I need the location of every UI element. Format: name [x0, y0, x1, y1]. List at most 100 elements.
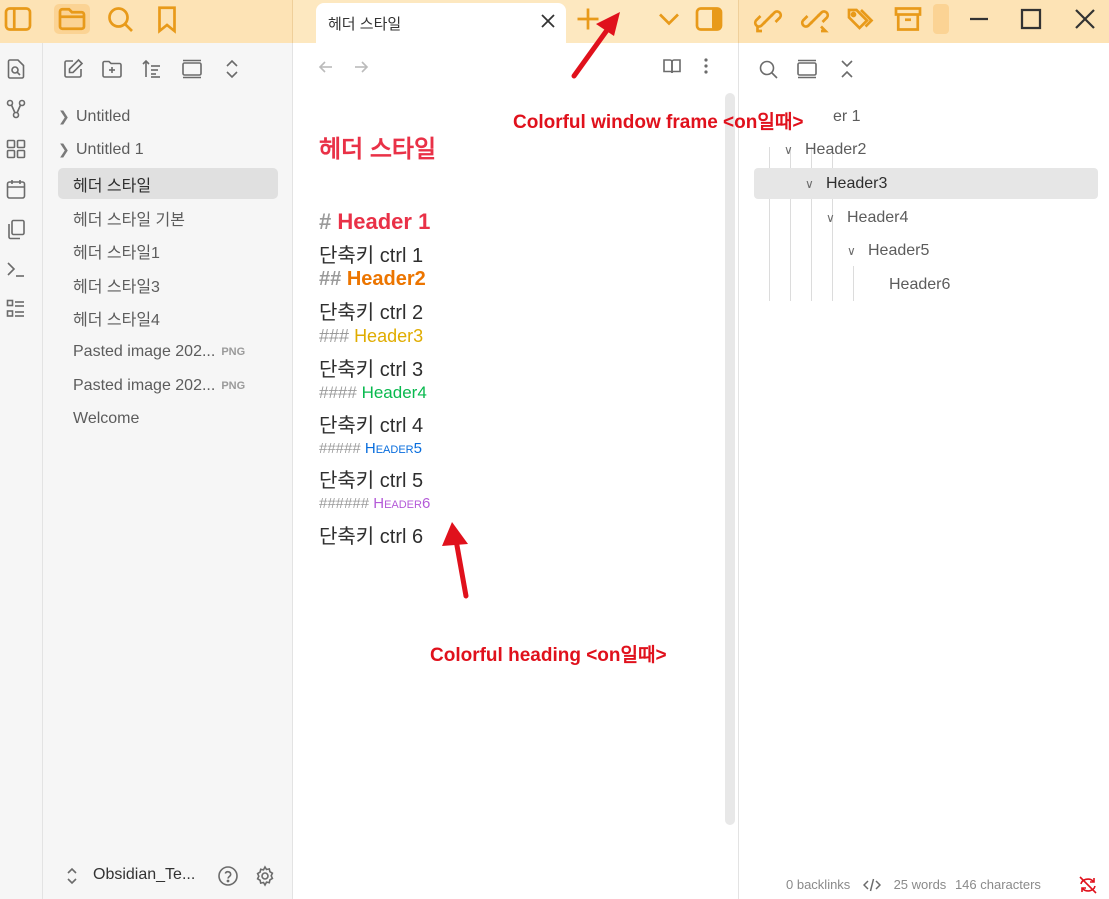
- paragraph-line[interactable]: 단축키 ctrl 2: [319, 296, 423, 325]
- indent-guide: [853, 266, 854, 301]
- close-window-icon[interactable]: [1067, 4, 1103, 34]
- reading-view-book-icon[interactable]: [662, 56, 682, 76]
- file-explorer: ❯ Untitled ❯ Untitled 1 헤더 스타일 헤더 스타일 기본…: [43, 43, 293, 899]
- source-mode-icon[interactable]: [862, 878, 881, 892]
- backlinks-icon[interactable]: [750, 4, 786, 34]
- files-icon[interactable]: [54, 4, 90, 34]
- archive-icon[interactable]: [890, 4, 926, 34]
- more-icon[interactable]: [933, 4, 949, 34]
- heading-2[interactable]: ## Header2: [319, 268, 426, 291]
- title-bar: 헤더 스타일: [0, 0, 1109, 43]
- outline-item-header5[interactable]: ∨ Header5: [847, 235, 929, 266]
- paragraph-line[interactable]: 단축키 ctrl 5: [319, 464, 423, 493]
- tab-title: 헤더 스타일: [328, 16, 402, 33]
- editor-pane[interactable]: 헤더 스타일 # Header 1 단축키 ctrl 1 ## Header2 …: [293, 43, 738, 899]
- heading-5-text: Header5: [364, 440, 422, 457]
- tab-list-chevron-down-icon[interactable]: [651, 4, 687, 34]
- sync-error-icon[interactable]: [1078, 876, 1098, 894]
- file-item[interactable]: 헤더 스타일4: [58, 302, 278, 333]
- chevron-down-icon: ∨: [805, 176, 814, 191]
- outline-item-header2[interactable]: ∨ Header2: [784, 134, 866, 165]
- outline-pane: er 1 ∨ Header2 ∨ Header3 ∨ Header4 ∨ Hea…: [738, 43, 1109, 899]
- canvas-icon[interactable]: [5, 138, 27, 160]
- bookmark-icon[interactable]: [149, 4, 185, 34]
- scrollbar[interactable]: [725, 93, 735, 825]
- annotation-heading: Colorful heading <on일때>: [430, 645, 667, 666]
- heading-6[interactable]: ###### Header6: [319, 495, 430, 512]
- paragraph-line[interactable]: 단축키 ctrl 1: [319, 239, 423, 268]
- sidebar-header: [0, 0, 293, 43]
- right-sidebar-header: [738, 0, 1109, 43]
- heading-1[interactable]: # Header 1: [319, 209, 430, 235]
- chevron-down-icon: ∨: [826, 210, 835, 225]
- tab-active[interactable]: 헤더 스타일: [316, 3, 566, 43]
- chevron-down-icon: ∨: [847, 243, 856, 258]
- more-options-icon[interactable]: [698, 56, 714, 76]
- annotation-window-frame: Colorful window frame <on일때>: [513, 112, 804, 133]
- file-item[interactable]: 헤더 스타일1: [58, 235, 278, 266]
- new-note-icon[interactable]: [61, 57, 85, 81]
- toggle-left-sidebar-icon[interactable]: [0, 4, 36, 34]
- word-count: 25 words: [893, 877, 947, 892]
- file-item[interactable]: Welcome: [58, 403, 278, 434]
- chevron-right-icon: ❯: [58, 108, 70, 124]
- search-icon[interactable]: [102, 4, 138, 34]
- expand-collapse-icon[interactable]: [220, 57, 244, 81]
- status-bar: 0 backlinks 25 words 146 characters: [786, 877, 1041, 892]
- paragraph-line[interactable]: 단축키 ctrl 3: [319, 353, 423, 382]
- file-extension-badge: PNG: [221, 345, 246, 358]
- calendar-icon[interactable]: [5, 178, 27, 200]
- vault-switcher[interactable]: Obsidian_Te...: [43, 856, 293, 896]
- collapse-view-icon[interactable]: [180, 57, 204, 81]
- collapse-view-icon[interactable]: [796, 58, 818, 80]
- note-title[interactable]: 헤더 스타일: [319, 129, 436, 164]
- tags-icon[interactable]: [843, 4, 879, 34]
- templates-icon[interactable]: [5, 218, 27, 240]
- close-tab-icon[interactable]: [540, 13, 556, 29]
- file-item[interactable]: Pasted image 202... PNG: [58, 336, 278, 367]
- quick-switcher-icon[interactable]: [5, 58, 27, 80]
- outline-item-header1[interactable]: er 1: [833, 101, 861, 132]
- back-arrow-icon[interactable]: [317, 58, 335, 76]
- maximize-icon[interactable]: [1013, 4, 1049, 34]
- minimize-icon[interactable]: [961, 4, 997, 34]
- heading-3[interactable]: ### Header3: [319, 326, 423, 347]
- graph-view-icon[interactable]: [5, 98, 27, 120]
- file-extension-badge: PNG: [221, 379, 246, 392]
- terminal-icon[interactable]: [5, 258, 27, 280]
- annotation-arrow-up-icon: [571, 12, 620, 79]
- file-item-active[interactable]: 헤더 스타일: [58, 168, 278, 199]
- chevron-right-icon: ❯: [58, 141, 70, 157]
- collapse-all-icon[interactable]: [837, 58, 857, 80]
- heading-2-text: Header2: [346, 268, 426, 290]
- search-icon[interactable]: [757, 58, 779, 80]
- file-item[interactable]: ❯ Untitled 1: [58, 134, 278, 165]
- paragraph-line[interactable]: 단축키 ctrl 4: [319, 409, 423, 438]
- annotation-arrow-up-icon: [442, 522, 469, 599]
- vault-name: Obsidian_Te...: [93, 866, 196, 883]
- backlinks-count[interactable]: 0 backlinks: [786, 877, 850, 892]
- ribbon: [0, 43, 43, 899]
- forward-arrow-icon[interactable]: [352, 58, 370, 76]
- new-folder-icon[interactable]: [100, 57, 124, 81]
- heading-4[interactable]: #### Header4: [319, 383, 427, 403]
- heading-3-text: Header3: [354, 326, 424, 346]
- heading-5[interactable]: ##### Header5: [319, 440, 422, 457]
- help-icon[interactable]: [217, 865, 239, 887]
- character-count: 146 characters: [954, 877, 1041, 892]
- settings-gear-icon[interactable]: [254, 865, 276, 887]
- paragraph-line[interactable]: 단축키 ctrl 6: [319, 520, 423, 549]
- file-item[interactable]: 헤더 스타일3: [58, 269, 278, 300]
- file-item[interactable]: Pasted image 202... PNG: [58, 370, 278, 401]
- outline-item-header3[interactable]: ∨ Header3: [754, 168, 1098, 199]
- heading-4-text: Header4: [361, 383, 427, 402]
- list-icon[interactable]: [5, 298, 27, 320]
- outgoing-links-icon[interactable]: [797, 4, 833, 34]
- outline-item-header6[interactable]: Header6: [889, 269, 950, 300]
- sort-icon[interactable]: [140, 57, 164, 81]
- file-item[interactable]: ❯ Untitled: [58, 101, 278, 132]
- heading-6-text: Header6: [373, 495, 431, 512]
- toggle-right-sidebar-icon[interactable]: [691, 4, 727, 34]
- file-item[interactable]: 헤더 스타일 기본: [58, 202, 278, 233]
- outline-item-header4[interactable]: ∨ Header4: [826, 202, 908, 233]
